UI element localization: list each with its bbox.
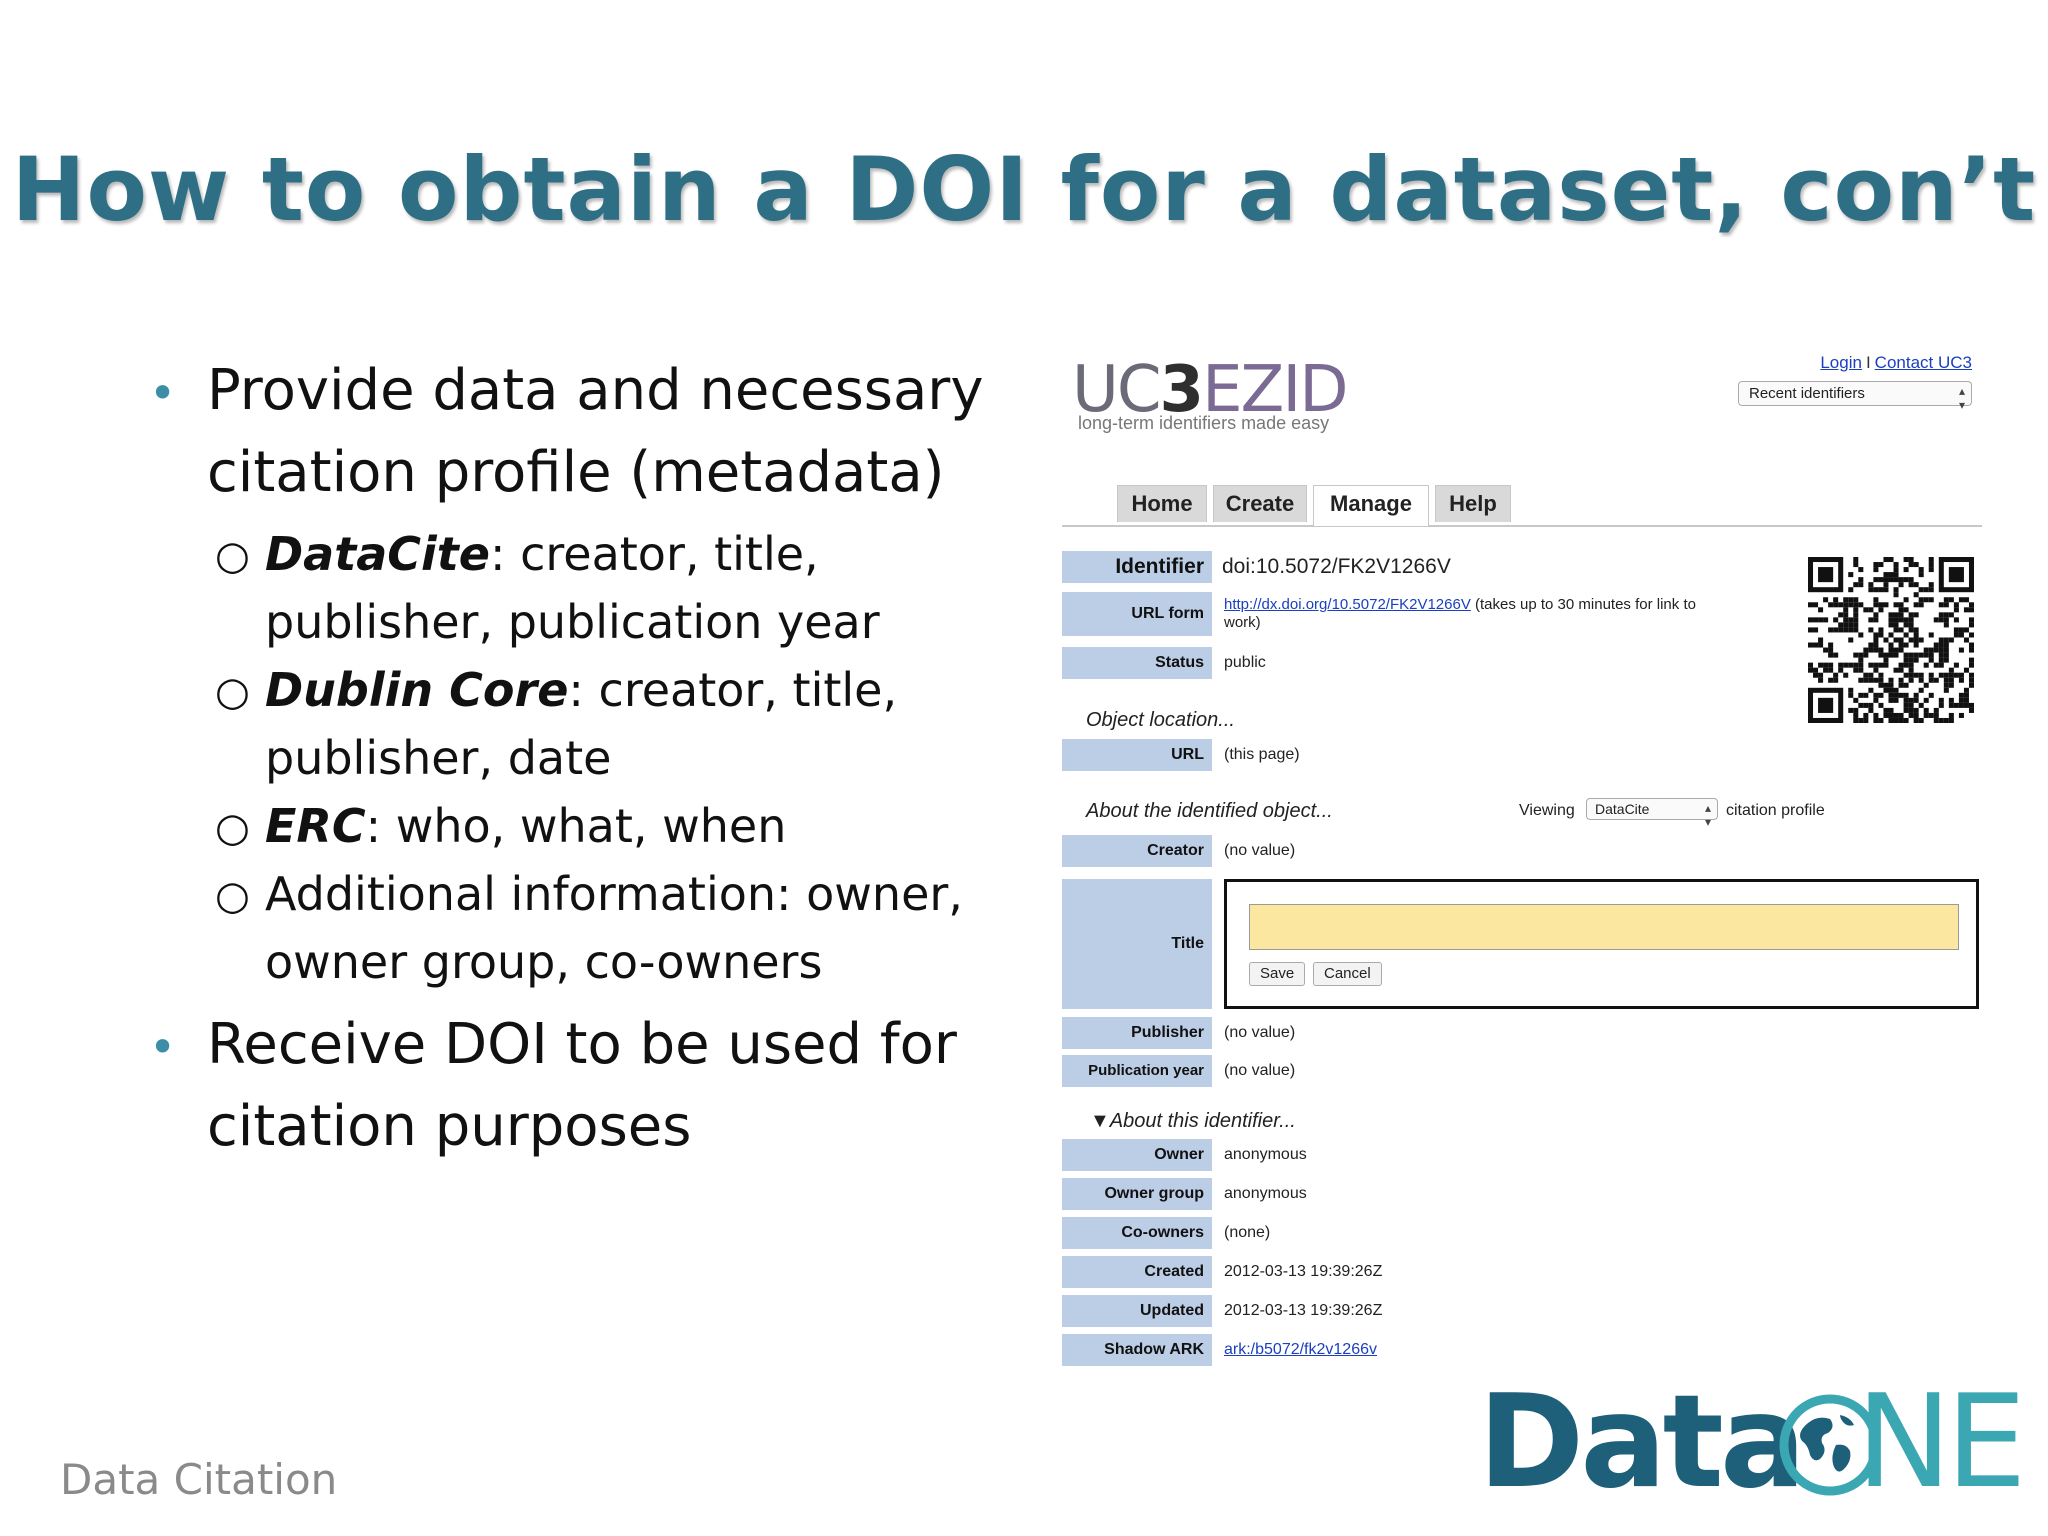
bullet-list: • Provide data and necessary citation pr… [145, 350, 1015, 1168]
subbullet-item: ○ Additional information: owner, owner g… [145, 860, 1015, 996]
viewing-label: Viewing [1519, 802, 1575, 819]
url-label: URL [1062, 739, 1212, 771]
about-identifier-toggle[interactable]: ▼About this identifier... [1090, 1110, 1296, 1133]
creator-value: (no value) [1224, 842, 1296, 859]
status-label: Status [1062, 647, 1212, 679]
tab-create[interactable]: Create [1213, 485, 1307, 522]
url-form-note-cont: work) [1224, 614, 1261, 631]
citation-profile-label: citation profile [1726, 802, 1825, 819]
shadow-ark-link[interactable]: ark:/b5072/fk2v1266v [1224, 1341, 1377, 1358]
ezid-screenshot: UC3EZID long-term identifiers made easy … [1062, 345, 1982, 1375]
contact-link[interactable]: Contact UC3 [1875, 353, 1972, 372]
bullet-dot-icon: • [149, 1020, 177, 1074]
shadow-ark-value: ark:/b5072/fk2v1266v [1224, 1334, 1377, 1366]
subbullet-item: ○ ERC: who, what, when [145, 792, 1015, 860]
identifier-value: doi:10.5072/FK2V1266V [1222, 555, 1451, 578]
url-row: URL (this page) [1062, 739, 1622, 771]
updated-value: 2012-03-13 19:39:26Z [1224, 1302, 1383, 1319]
circle-bullet-icon: ○ [215, 669, 250, 715]
created-row: Created 2012-03-13 19:39:26Z [1062, 1256, 1622, 1288]
circle-bullet-icon: ○ [215, 533, 250, 579]
bullet-text: Receive DOI to be used for citation purp… [207, 1012, 957, 1159]
coowners-row: Co-owners (none) [1062, 1217, 1622, 1249]
bullet-dot-icon: • [149, 366, 177, 420]
title-textarea[interactable] [1249, 904, 1959, 950]
tab-manage[interactable]: Manage [1313, 485, 1429, 526]
created-value: 2012-03-13 19:39:26Z [1224, 1263, 1383, 1280]
url-value: (this page) [1224, 746, 1300, 763]
profile-select-value: DataCite [1595, 801, 1650, 817]
coowners-label: Co-owners [1062, 1217, 1212, 1249]
subbullet-text: : who, what, when [365, 799, 787, 853]
url-form-label: URL form [1062, 592, 1212, 636]
owner-group-row: Owner group anonymous [1062, 1178, 1622, 1210]
url-form-row: URL form http://dx.doi.org/10.5072/FK2V1… [1062, 592, 1802, 636]
select-arrows-icon: ▴ ▾ [1958, 384, 1965, 412]
pubyear-value: (no value) [1224, 1062, 1296, 1079]
pubyear-label: Publication year [1062, 1055, 1212, 1087]
subbullet-item: ○ DataCite: creator, title, publisher, p… [145, 520, 1015, 656]
url-form-value: http://dx.doi.org/10.5072/FK2V1266V (tak… [1224, 596, 1696, 632]
publisher-value: (no value) [1224, 1024, 1296, 1041]
url-form-note: (takes up to 30 minutes for link to [1470, 596, 1696, 613]
dataone-logo: Data NE [1478, 1368, 2027, 1517]
circle-bullet-icon: ○ [215, 805, 250, 851]
tab-home[interactable]: Home [1117, 485, 1207, 522]
top-links: Login I Contact UC3 [1820, 353, 1972, 373]
subbullet-text: Additional information: owner, owner gro… [265, 867, 963, 989]
created-label: Created [1062, 1256, 1212, 1288]
slide-title: How to obtain a DOI for a dataset, con’t [11, 138, 2037, 241]
bullet-item: • Receive DOI to be used for citation pu… [145, 1004, 1015, 1168]
tab-bar: Home Create Manage Help [1062, 485, 1982, 527]
creator-label: Creator [1062, 835, 1212, 867]
recent-identifiers-select[interactable]: Recent identifiers ▴ ▾ [1738, 381, 1972, 412]
title-label: Title [1062, 879, 1212, 1009]
subbullet-item: ○ Dublin Core: creator, title, publisher… [145, 656, 1015, 792]
owner-group-label: Owner group [1062, 1178, 1212, 1210]
subbullet-key: ERC [265, 799, 366, 853]
owner-value: anonymous [1224, 1146, 1307, 1163]
owner-row: Owner anonymous [1062, 1139, 1622, 1171]
updated-label: Updated [1062, 1295, 1212, 1327]
qr-code-icon [1808, 557, 1974, 723]
shadow-ark-row: Shadow ARK ark:/b5072/fk2v1266v [1062, 1334, 1622, 1366]
dataone-logo-data: Data [1478, 1368, 1806, 1517]
subbullet-key: DataCite [265, 527, 490, 581]
link-separator: I [1865, 353, 1871, 372]
title-edit-box: Save Cancel [1224, 879, 1979, 1009]
circle-bullet-icon: ○ [215, 873, 250, 919]
shadow-ark-label: Shadow ARK [1062, 1334, 1212, 1366]
url-form-link[interactable]: http://dx.doi.org/10.5072/FK2V1266V [1224, 596, 1471, 613]
recent-identifiers-value: Recent identifiers [1749, 385, 1865, 402]
status-row: Status public [1062, 647, 1622, 679]
object-location-heading: Object location... [1086, 709, 1235, 731]
updated-row: Updated 2012-03-13 19:39:26Z [1062, 1295, 1622, 1327]
subbullet-key: Dublin Core [265, 663, 569, 717]
profile-select[interactable]: DataCite ▴ ▾ [1586, 798, 1718, 829]
title-row: Title [1062, 879, 1222, 1009]
publisher-label: Publisher [1062, 1017, 1212, 1049]
bullet-item: • Provide data and necessary citation pr… [145, 350, 1015, 514]
logo-tagline: long-term identifiers made easy [1078, 413, 1330, 433]
footer-label: Data Citation [60, 1455, 338, 1504]
owner-group-value: anonymous [1224, 1185, 1307, 1202]
publisher-row: Publisher (no value) [1062, 1017, 1622, 1049]
save-button[interactable]: Save [1249, 962, 1306, 986]
tab-help[interactable]: Help [1435, 485, 1511, 522]
identifier-label: Identifier [1062, 551, 1212, 583]
cancel-button[interactable]: Cancel [1313, 962, 1382, 986]
owner-label: Owner [1062, 1139, 1212, 1171]
bullet-text: Provide data and necessary citation prof… [207, 358, 984, 505]
identifier-row: Identifier doi:10.5072/FK2V1266V [1062, 551, 1622, 583]
status-value: public [1224, 654, 1266, 671]
login-link[interactable]: Login [1820, 353, 1862, 372]
pubyear-row: Publication year (no value) [1062, 1055, 1622, 1087]
dataone-logo-ne: NE [1856, 1368, 2027, 1517]
select-arrows-icon: ▴ ▾ [1704, 801, 1711, 829]
about-object-heading: About the identified object... [1086, 800, 1333, 822]
coowners-value: (none) [1224, 1224, 1271, 1241]
creator-row: Creator (no value) [1062, 835, 1622, 867]
